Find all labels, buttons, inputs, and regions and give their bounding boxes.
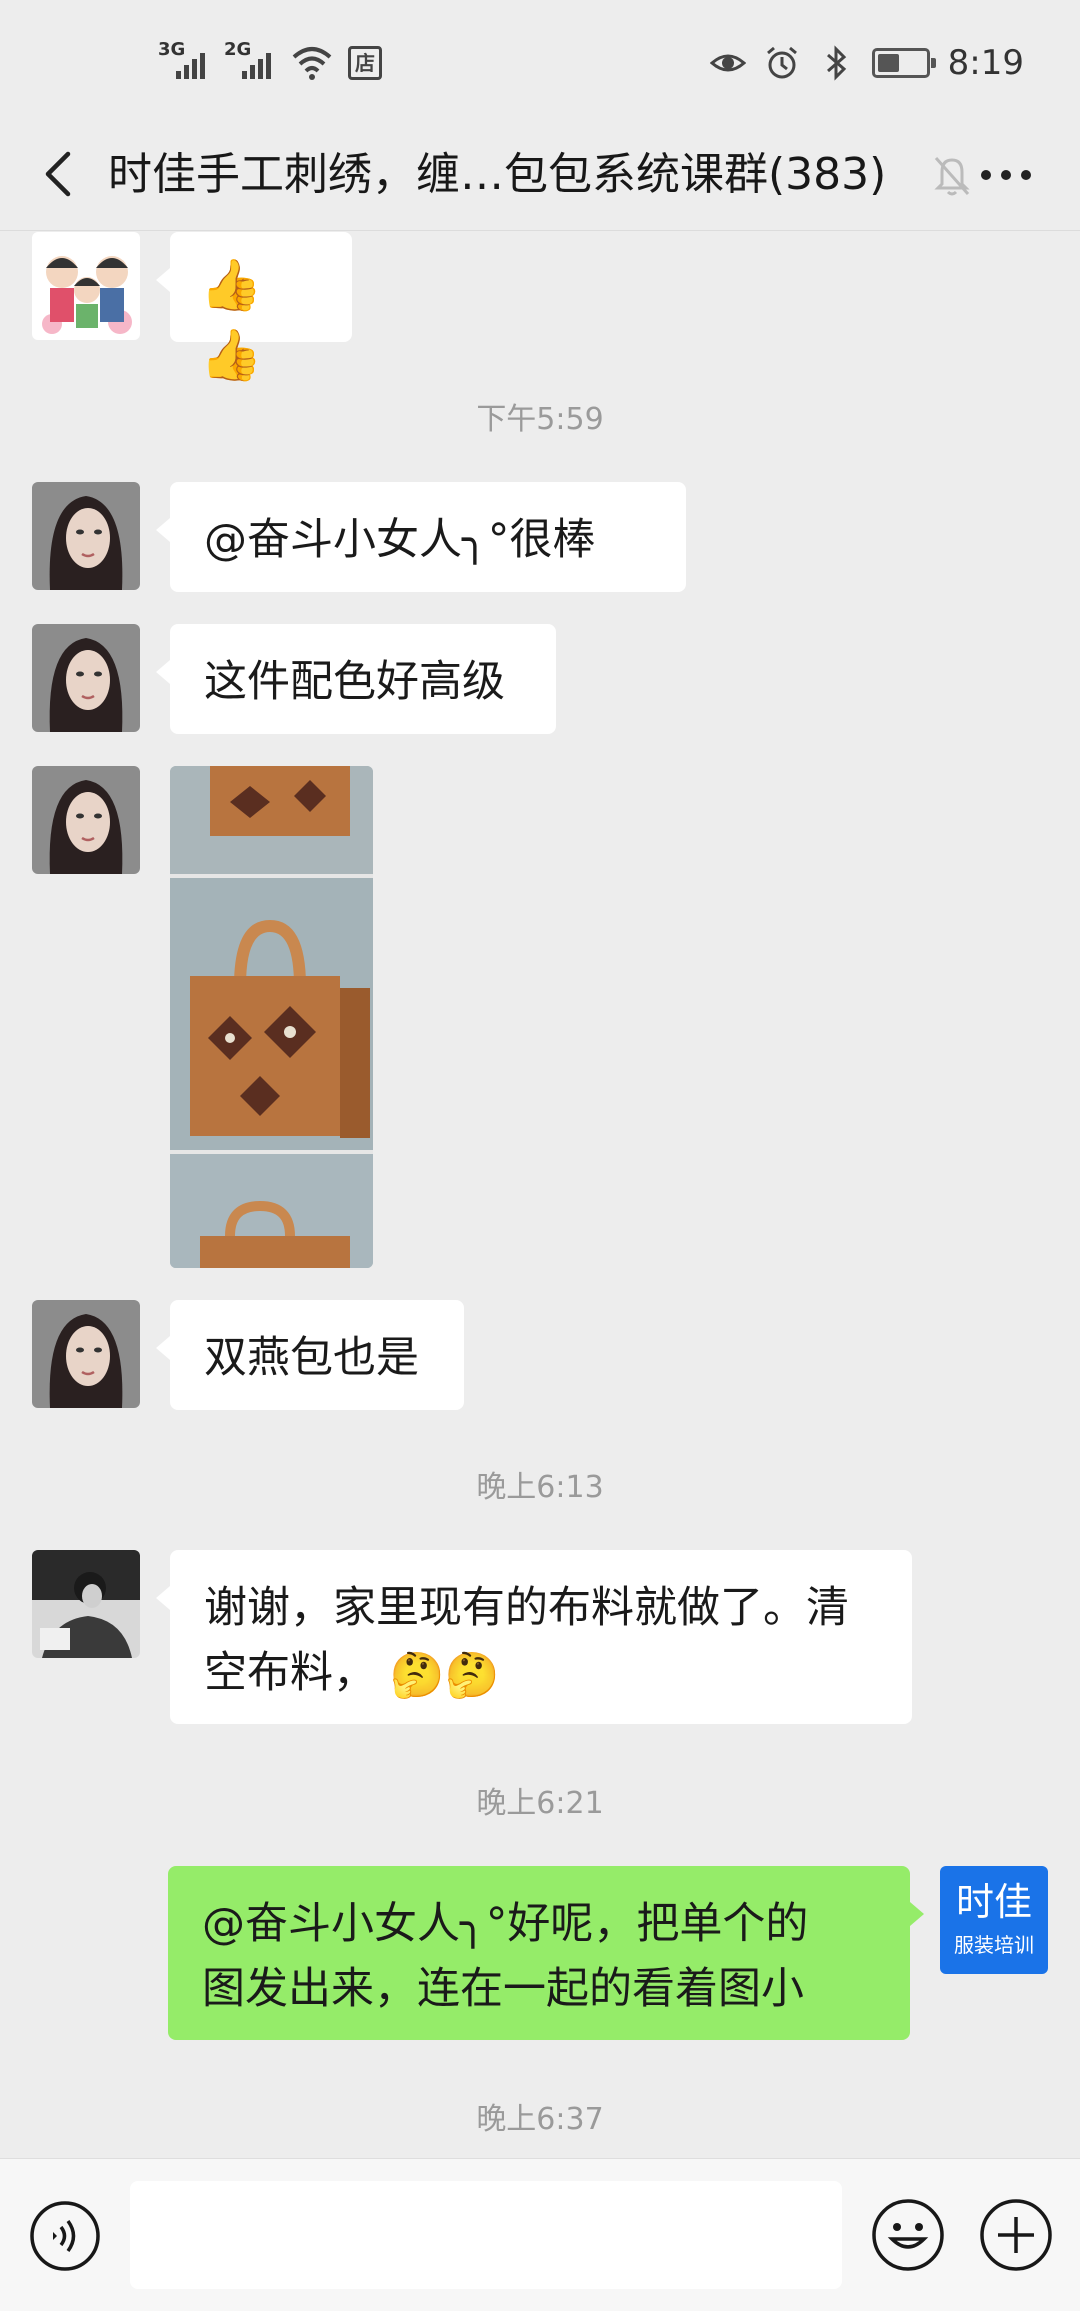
voice-icon[interactable] [28, 2199, 102, 2273]
clock-time: 8:19 [947, 43, 1024, 83]
avatar-line2: 服装培训 [954, 1933, 1034, 1957]
message-text: 双燕包也是 [204, 1333, 419, 1383]
timestamp: 晚上6:13 [476, 1470, 604, 1505]
timestamp: 晚上6:21 [476, 1786, 604, 1821]
bag-photo-image[interactable] [170, 766, 373, 1268]
emoji-icon[interactable] [870, 2197, 946, 2273]
mute-bell-icon [934, 157, 970, 196]
cartoon-family-avatar[interactable] [32, 232, 140, 340]
woman-avatar[interactable] [32, 766, 140, 874]
message-text: 这件配色好高级 [204, 657, 505, 707]
status-bar: 3G 2G 店 8:19 [0, 0, 1080, 120]
chat-header: 时佳手工刺绣，缠…包包系统课群(383) [0, 120, 1080, 231]
shijia-logo-avatar[interactable]: 时佳 服装培训 [940, 1866, 1048, 1974]
bluetooth-icon [826, 45, 846, 81]
message-text-line-2: 图发出来，连在一起的看着图小 [202, 1964, 804, 2014]
message-input[interactable] [130, 2181, 842, 2289]
timestamp: 下午5:59 [476, 402, 604, 437]
message-text-line: @奋斗小女人╮°好呢，把单个的 [202, 1899, 809, 1949]
wifi-icon [292, 47, 332, 80]
message-bubble[interactable]: 这件配色好高级 [156, 624, 556, 734]
message-text: 空布料， [204, 1648, 376, 1698]
timestamp: 晚上6:37 [476, 2102, 604, 2137]
woman-avatar[interactable] [32, 1300, 140, 1408]
message-text-line-2: 空布料， 🤔🤔 [204, 1641, 878, 1708]
thinking-emoji: 🤔🤔 [389, 1650, 500, 1701]
self-message-bubble[interactable]: @奋斗小女人╮°好呢，把单个的 图发出来，连在一起的看着图小 [168, 1866, 924, 2040]
thumbs-up-emoji: 👍👍 [200, 256, 263, 384]
plus-icon[interactable] [978, 2197, 1054, 2273]
alarm-icon [766, 46, 797, 79]
signal-2g-icon: 2G [224, 39, 276, 83]
more-icon[interactable] [976, 150, 1036, 200]
woman-avatar[interactable] [32, 624, 140, 732]
input-bar [0, 2158, 1080, 2311]
woman-avatar[interactable] [32, 482, 140, 590]
store-icon: 店 [348, 46, 382, 80]
battery-icon [871, 48, 936, 78]
back-icon[interactable] [28, 142, 92, 206]
signal-3g-icon: 3G [158, 39, 210, 83]
chat-title: 时佳手工刺绣，缠…包包系统课群(383) [108, 149, 887, 200]
message-bubble[interactable]: 双燕包也是 [156, 1300, 464, 1410]
eye-icon [709, 54, 746, 72]
message-text-line: 谢谢，家里现有的布料就做了。清 [204, 1583, 849, 1633]
avatar-line1: 时佳 [955, 1880, 1032, 1924]
message-bubble[interactable]: 👍👍 [156, 232, 352, 384]
message-bubble[interactable]: @奋斗小女人╮°很棒 [156, 482, 686, 592]
bw-photo-avatar[interactable] [32, 1550, 140, 1658]
message-bubble[interactable]: 谢谢，家里现有的布料就做了。清 空布料， 🤔🤔 [156, 1550, 912, 1724]
message-text: @奋斗小女人╮°很棒 [204, 515, 596, 565]
